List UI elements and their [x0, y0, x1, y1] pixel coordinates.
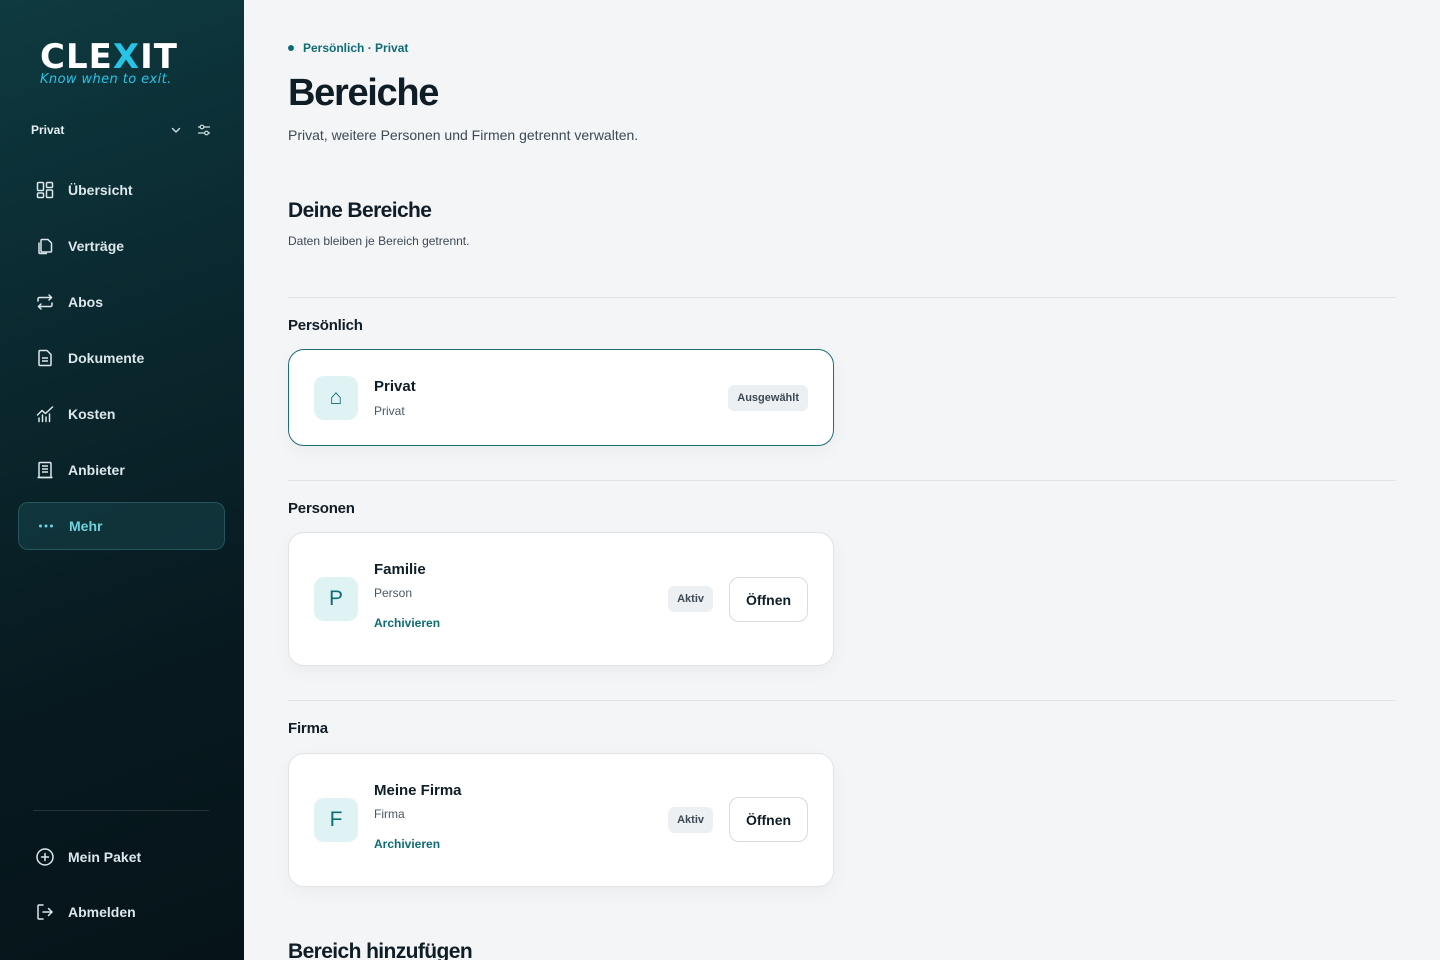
breadcrumb-text: Persönlich · Privat	[303, 41, 409, 55]
area-card-familie[interactable]: P Familie Person Archivieren Aktiv Öffne…	[288, 532, 834, 666]
status-badge: Ausgewählt	[728, 385, 808, 411]
repeat-icon	[35, 292, 55, 312]
area-name: Familie	[374, 561, 426, 578]
section-divider	[288, 297, 1396, 298]
sidebar-item-anbieter[interactable]: Anbieter	[18, 446, 225, 494]
chart-icon	[35, 404, 55, 424]
breadcrumb-dot	[288, 45, 294, 51]
sidebar-item-label: Mein Paket	[68, 849, 142, 865]
sidebar-item-label: Dokumente	[68, 350, 145, 366]
logout-icon	[35, 902, 55, 922]
open-button[interactable]: Öffnen	[729, 797, 808, 842]
sidebar-item-label: Abos	[68, 294, 103, 310]
sidebar-item-dokumente[interactable]: Dokumente	[18, 334, 225, 382]
sidebar-item-label: Verträge	[68, 238, 125, 254]
area-card-meine-firma[interactable]: F Meine Firma Firma Archivieren Aktiv Öf…	[288, 753, 834, 887]
main-nav: Übersicht Verträge Abos Dokumente Kosten…	[18, 166, 225, 558]
add-area-title: Bereich hinzufügen	[288, 940, 473, 960]
scope-label: Privat	[31, 123, 65, 137]
avatar: P	[314, 577, 358, 621]
sidebar-item-vertraege[interactable]: Verträge	[18, 222, 225, 270]
home-icon: ⌂	[314, 376, 358, 420]
area-card-privat[interactable]: ⌂ Privat Privat Ausgewählt	[288, 349, 834, 446]
sidebar-item-label: Abmelden	[68, 904, 136, 920]
section-divider	[288, 480, 1396, 481]
sidebar-item-label: Übersicht	[68, 182, 133, 198]
area-type: Firma	[374, 807, 405, 821]
sidebar-item-label: Anbieter	[68, 462, 125, 478]
sidebar-item-abos[interactable]: Abos	[18, 278, 225, 326]
sidebar-item-uebersicht[interactable]: Übersicht	[18, 166, 225, 214]
document-icon	[35, 348, 55, 368]
group-title-persoenlich: Persönlich	[288, 317, 363, 334]
more-icon	[36, 516, 56, 536]
sliders-icon[interactable]	[197, 123, 211, 137]
section-subtitle: Daten bleiben je Bereich getrennt.	[288, 234, 470, 248]
plus-circle-icon	[35, 847, 55, 867]
sidebar-item-label: Kosten	[68, 406, 116, 422]
open-button[interactable]: Öffnen	[729, 577, 808, 622]
scope-switcher[interactable]: Privat	[31, 118, 211, 142]
group-title-firma: Firma	[288, 720, 328, 737]
brand-tagline: Know when to exit.	[40, 72, 172, 87]
section-divider	[288, 700, 1396, 701]
section-title: Deine Bereiche	[288, 199, 432, 222]
area-type: Person	[374, 586, 413, 600]
area-name: Privat	[374, 378, 416, 395]
sidebar-item-label: Mehr	[69, 518, 103, 534]
avatar: F	[314, 798, 358, 842]
breadcrumb: Persönlich · Privat	[288, 41, 408, 55]
archive-link[interactable]: Archivieren	[374, 616, 440, 630]
archive-link[interactable]: Archivieren	[374, 837, 440, 851]
copy-icon	[35, 236, 55, 256]
status-badge: Aktiv	[668, 586, 713, 612]
building-icon	[35, 460, 55, 480]
group-title-personen: Personen	[288, 500, 355, 517]
dashboard-icon	[35, 180, 55, 200]
page-title: Bereiche	[288, 72, 439, 114]
sidebar-item-kosten[interactable]: Kosten	[18, 390, 225, 438]
area-name: Meine Firma	[374, 782, 462, 799]
chevron-down-icon[interactable]	[169, 123, 183, 137]
status-badge: Aktiv	[668, 807, 713, 833]
sidebar-item-mehr[interactable]: Mehr	[18, 502, 225, 550]
brand-wordmark: CLEXIT	[40, 37, 178, 77]
page-subtitle: Privat, weitere Personen und Firmen getr…	[288, 127, 639, 143]
sidebar-divider	[33, 810, 209, 811]
bottom-nav: Mein Paket Abmelden	[18, 833, 225, 943]
sidebar-item-mein-paket[interactable]: Mein Paket	[18, 833, 225, 881]
brand-logo[interactable]: CLEXIT Know when to exit.	[40, 40, 210, 87]
main-content: Persönlich · Privat Bereiche Privat, wei…	[288, 0, 1396, 960]
area-type: Privat	[374, 404, 405, 418]
sidebar: CLEXIT Know when to exit. Privat Übersic…	[0, 0, 244, 960]
sidebar-item-abmelden[interactable]: Abmelden	[18, 888, 225, 936]
